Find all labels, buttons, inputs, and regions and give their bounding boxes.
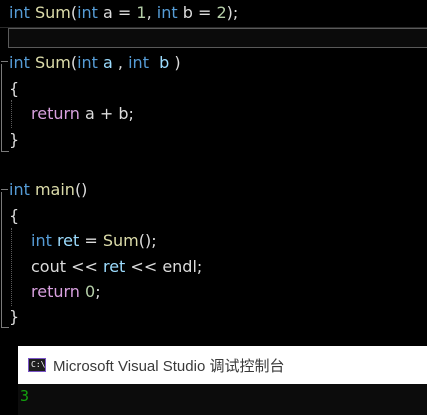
- comma: ,: [112, 53, 129, 72]
- brace-open[interactable]: {: [9, 78, 19, 100]
- brace-close[interactable]: }: [9, 129, 19, 151]
- console-app-icon: C:\: [28, 358, 46, 372]
- brace-open-text: {: [9, 206, 20, 225]
- indent-guide: [11, 100, 12, 128]
- keyword-int: int: [9, 3, 30, 22]
- keyword-return: return: [31, 282, 80, 301]
- statement-end: );: [226, 3, 239, 22]
- code-line-main[interactable]: int main(): [9, 179, 87, 201]
- keyword-return: return: [31, 104, 80, 123]
- stream-operator: <<: [125, 257, 163, 276]
- keyword-int: int: [77, 3, 98, 22]
- brace-close-text: }: [9, 307, 20, 326]
- debug-console-window[interactable]: C:\ Microsoft Visual Studio 调试控制台 3: [18, 346, 427, 415]
- stream-operator: <<: [66, 257, 103, 276]
- console-titlebar[interactable]: C:\ Microsoft Visual Studio 调试控制台: [18, 346, 427, 384]
- variable-ret: ret: [102, 257, 126, 276]
- assign-operator: =: [79, 231, 103, 250]
- parens: (): [74, 180, 88, 199]
- brace-close-text: }: [9, 130, 20, 149]
- number-literal: 1: [136, 3, 147, 22]
- endl-token: endl: [162, 257, 197, 276]
- code-line-return-sum[interactable]: return a + b;: [31, 103, 134, 125]
- console-title: Microsoft Visual Studio 调试控制台: [53, 357, 285, 375]
- code-line-sum-declaration[interactable]: int Sum(int a = 1, int b = 2);: [9, 2, 238, 24]
- param-a: a: [97, 53, 113, 72]
- statement-end: ;: [196, 257, 203, 276]
- brace-close[interactable]: }: [9, 306, 19, 328]
- fold-region-main: [1, 192, 9, 328]
- blank-line-input[interactable]: [8, 28, 427, 48]
- cout-token: cout: [31, 257, 66, 276]
- fold-region-sum: [1, 64, 9, 152]
- number-literal: 0: [85, 282, 96, 301]
- code-editor[interactable]: int Sum(int a = 1, int b = 2); int Sum(i…: [0, 0, 427, 346]
- keyword-int: int: [156, 3, 178, 22]
- fold-marker[interactable]: [1, 61, 8, 62]
- code-line-sum-definition[interactable]: int Sum(int a , int b ): [9, 52, 181, 74]
- code-line-ret-assign[interactable]: int ret = Sum();: [31, 230, 157, 252]
- brace-open-text: {: [9, 79, 20, 98]
- brace-open[interactable]: {: [9, 205, 19, 227]
- keyword-int: int: [9, 180, 30, 199]
- fold-marker[interactable]: [1, 189, 8, 190]
- param-b-default: b =: [177, 3, 217, 22]
- console-icon-text: C:\: [31, 360, 46, 369]
- variable-ret: ret: [51, 231, 80, 250]
- keyword-int: int: [9, 53, 30, 72]
- keyword-int: int: [31, 231, 52, 250]
- param-b: b: [148, 53, 170, 72]
- code-line-return-zero[interactable]: return 0;: [31, 281, 101, 303]
- function-name-main: main: [34, 180, 75, 199]
- console-output-area[interactable]: 3: [18, 384, 427, 415]
- code-line-cout[interactable]: cout << ret << endl;: [31, 256, 202, 278]
- function-name-sum: Sum: [34, 53, 71, 72]
- function-call-sum: Sum: [102, 231, 139, 250]
- paren-close: ): [169, 53, 181, 72]
- keyword-int: int: [77, 53, 98, 72]
- keyword-int: int: [128, 53, 149, 72]
- call-end: ();: [138, 231, 157, 250]
- comma: ,: [146, 3, 157, 22]
- function-name-sum: Sum: [34, 3, 71, 22]
- indent-guide: [11, 228, 12, 306]
- statement-end: ;: [95, 282, 101, 301]
- return-expression: a + b;: [79, 104, 134, 123]
- number-literal: 2: [216, 3, 227, 22]
- param-a-default: a =: [97, 3, 137, 22]
- console-output-text: 3: [20, 387, 30, 405]
